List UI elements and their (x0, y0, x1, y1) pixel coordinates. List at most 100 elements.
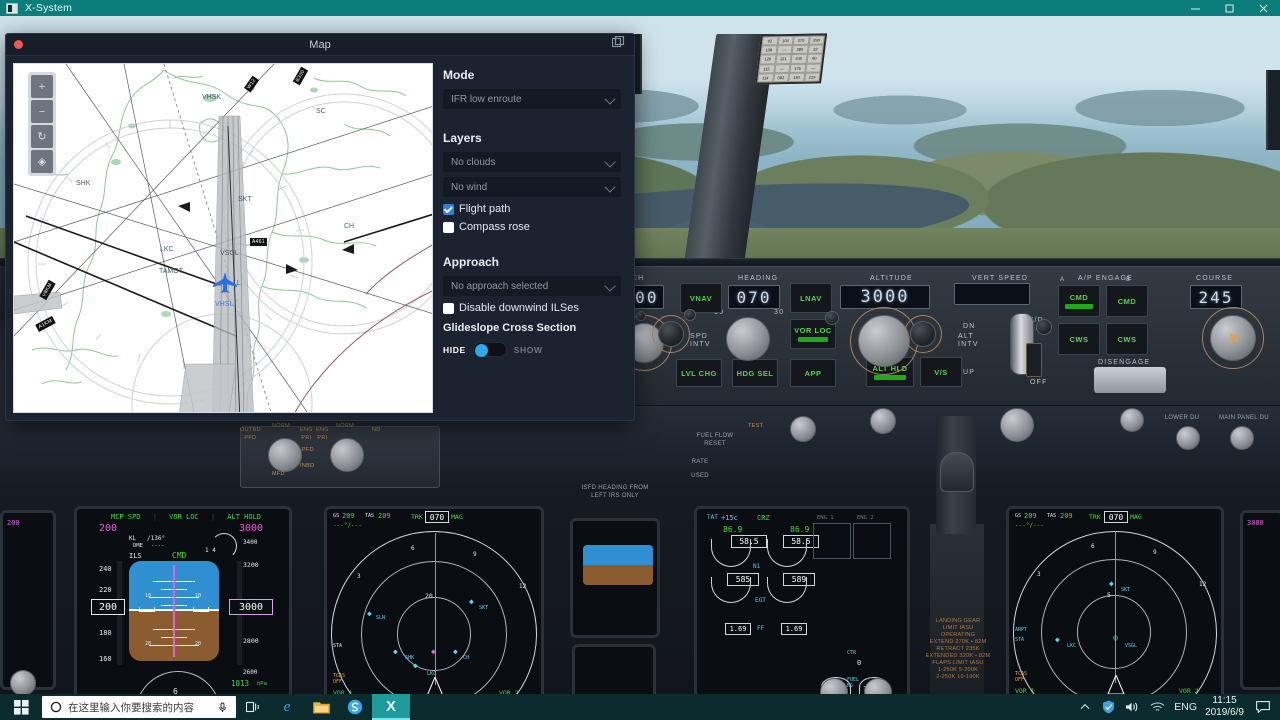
alt-tick-2800: 2800 (243, 637, 259, 645)
left-side-display[interactable]: 200 (0, 510, 56, 690)
heading-selector-knob[interactable] (726, 317, 770, 361)
inbd-du-selector[interactable] (330, 438, 364, 472)
center-button[interactable]: ◈ (31, 150, 53, 173)
engine-display[interactable]: TAT +15c CRZ 86.9 86.9 58.5 58.5 N1 585 … (694, 506, 910, 698)
maximize-button[interactable] (1212, 0, 1246, 16)
edge-icon[interactable]: e (270, 694, 304, 720)
cmd-a-button[interactable]: CMD (1058, 285, 1100, 317)
search-input[interactable]: 在这里输入你要搜索的内容 (68, 700, 217, 715)
disable-ilses-checkbox[interactable] (443, 302, 454, 314)
taskbar[interactable]: 在这里输入你要搜索的内容 e X ENG 11:15 2019/6/9 (0, 694, 1280, 720)
hdgsel-button[interactable]: HDG SEL (732, 359, 778, 387)
cws-b-button[interactable]: CWS (1106, 323, 1148, 355)
primary-flight-display[interactable]: MCP SPD | VOR LOC | ALT HOLD 200 3000 KL… (74, 506, 292, 698)
mode-select[interactable]: IFR low enroute (443, 89, 621, 109)
nd-r-trk-label: TRK (1089, 513, 1101, 521)
mfd-label-1: MFD (272, 471, 285, 477)
dim-knob[interactable] (870, 408, 896, 434)
glideslope-toggle-row[interactable]: HIDE SHOW (443, 342, 621, 357)
flight-path-checkbox[interactable] (443, 203, 454, 215)
mcp-label-vert-speed: VERT SPEED (972, 275, 1029, 282)
search-box[interactable]: 在这里输入你要搜索的内容 (42, 696, 236, 718)
du-brightness-knob[interactable] (1230, 426, 1254, 450)
cws-a-button[interactable]: CWS (1058, 323, 1100, 355)
disable-ilses-row[interactable]: Disable downwind ILSes (443, 302, 621, 314)
rotate-button[interactable]: ↻ (31, 125, 53, 148)
compass-rose-row[interactable]: Compass rose (443, 221, 621, 233)
flight-path-row[interactable]: Flight path (443, 203, 621, 215)
mcp-vertspeed-display (954, 283, 1030, 305)
nd-r-tick-6: 6 (1091, 543, 1095, 550)
speed-small-knob[interactable] (684, 309, 696, 321)
vs-button[interactable]: V/S (920, 357, 962, 387)
mcp-label-spd-intv: SPD INTV (690, 333, 711, 348)
map-controls[interactable]: + − ↻ ◈ (28, 72, 56, 176)
sogou-icon[interactable] (338, 694, 372, 720)
altitude-readout: 3000 (229, 599, 273, 615)
microphone-icon[interactable] (217, 702, 228, 713)
task-view-button[interactable] (236, 694, 270, 720)
clouds-select-value: No clouds (451, 156, 496, 168)
nav-display-left[interactable]: GS 209 TAS 209 ---°/--- TRK 070 MAG 3 6 … (324, 506, 544, 700)
nd-r-inner-arc (1077, 595, 1151, 669)
lvlchg-button[interactable]: LVL CHG (676, 359, 722, 387)
language-indicator[interactable]: ENG (1174, 701, 1197, 713)
close-button[interactable] (1246, 0, 1280, 16)
eng-start-knob[interactable] (1000, 408, 1034, 442)
zoom-in-button[interactable]: + (31, 75, 53, 98)
nd-mode-knob[interactable] (1120, 408, 1144, 432)
clouds-select[interactable]: No clouds (443, 152, 621, 172)
volume-icon[interactable] (1120, 701, 1144, 713)
fuel-flow-knob[interactable] (790, 416, 816, 442)
pitch-tick-10r: 10 (195, 593, 202, 599)
nd-r-track-line (1115, 531, 1117, 683)
nav-display-right[interactable]: GS 209 TAS 209 ---°/--- TRK 070 MAG 3 6 … (1006, 506, 1224, 700)
show-hidden-icons[interactable] (1074, 703, 1096, 711)
nd-range-knob[interactable] (1176, 426, 1200, 450)
eicas-ff-2: 1.69 (781, 623, 807, 635)
nd-l-tick-6: 6 (411, 545, 415, 552)
pfd-mcp-speed: 200 (99, 523, 118, 534)
wifi-icon[interactable] (1144, 701, 1170, 713)
wind-select[interactable]: No wind (443, 177, 621, 197)
clock[interactable]: 11:15 2019/6/9 (1205, 695, 1244, 719)
glideslope-toggle[interactable] (472, 342, 507, 357)
security-icon[interactable] (1096, 700, 1120, 714)
nose-wheel-steering-knob[interactable] (10, 670, 36, 696)
cmd-b-button[interactable]: CMD (1106, 285, 1148, 317)
approach-select[interactable]: No approach selected (443, 276, 621, 296)
ap-disengage-bar[interactable] (1094, 367, 1166, 393)
mach-small-knob[interactable] (636, 311, 646, 321)
eng-pri-label-1: ENG PRI (300, 427, 313, 441)
landing-gear-knob[interactable] (940, 452, 974, 492)
app-button[interactable]: APP (790, 359, 836, 387)
map-canvas[interactable]: VHSK SC SHK LKC TAMOT CH SKT VSGL LL VHS… (13, 63, 433, 413)
vnav-button[interactable]: VNAV (680, 283, 722, 313)
file-explorer-icon[interactable] (304, 694, 338, 720)
notifications-icon[interactable] (1252, 701, 1274, 713)
gear-placard-line3: OPERATING (940, 632, 976, 638)
eng-pri-label-2: ENG PRI (316, 427, 329, 441)
map-dialog[interactable]: Map VHSK SC SHK LKC TAMOT CH SKT VSGL LL… (5, 33, 635, 421)
outbd-pfd-selector[interactable] (268, 438, 302, 472)
nd-r-tick-9: 9 (1153, 549, 1157, 556)
nd-r-wp-label-1: LKC (1067, 643, 1077, 649)
compass-rose-checkbox[interactable] (443, 221, 454, 233)
isfd-display[interactable] (570, 518, 660, 638)
fd-switch[interactable] (1026, 343, 1042, 377)
window-controls (1178, 0, 1280, 16)
speed-card-placard: 92 104 270 290 108—289 22 120 121 240 60 115—17… (754, 33, 828, 85)
zoom-out-button[interactable]: − (31, 100, 53, 123)
minimize-button[interactable] (1178, 0, 1212, 16)
standby-instrument[interactable] (572, 644, 656, 700)
start-button[interactable] (0, 694, 42, 720)
clock-time: 11:15 (1212, 695, 1237, 706)
fd-small-knob[interactable] (1036, 319, 1052, 335)
vorloc-small-knob[interactable] (825, 311, 839, 325)
mcp-label-alt-intv: ALT INTV (958, 333, 979, 348)
lnav-button[interactable]: LNAV (790, 283, 832, 313)
map-dialog-titlebar[interactable]: Map (6, 34, 634, 56)
right-side-display[interactable]: 3000 (1240, 510, 1280, 690)
x-plane-icon[interactable]: X (372, 694, 410, 720)
map-label-1: SC (316, 108, 326, 115)
